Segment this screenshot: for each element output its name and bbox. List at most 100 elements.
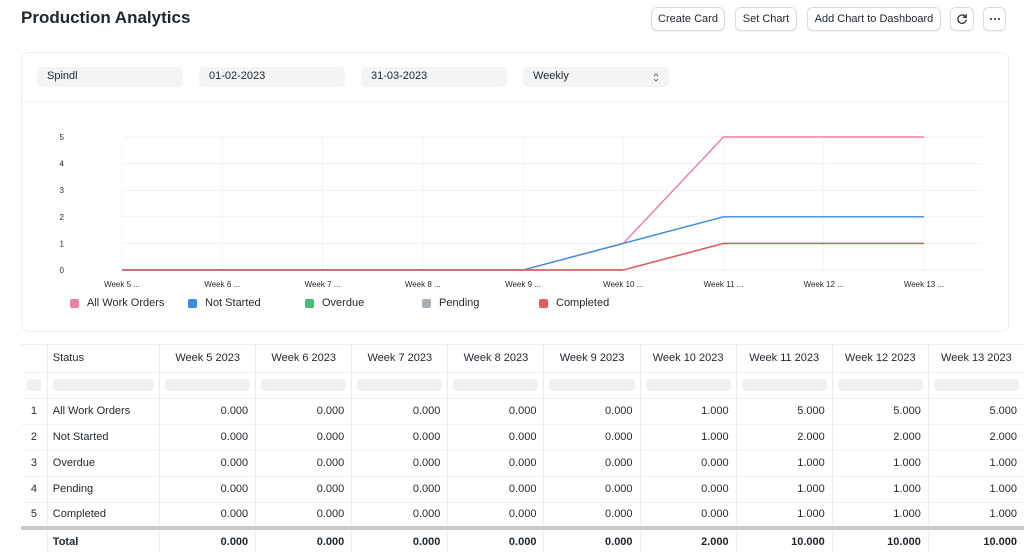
add-chart-to-dashboard-button[interactable]: Add Chart to Dashboard bbox=[807, 7, 941, 31]
total-cell: 0.000 bbox=[255, 526, 353, 552]
value-cell[interactable]: 1.000 bbox=[832, 502, 929, 529]
value-cell[interactable]: 1.000 bbox=[640, 398, 737, 425]
value-cell[interactable]: 1.000 bbox=[736, 502, 833, 529]
page-header: Production Analytics Create Card Set Cha… bbox=[0, 0, 1024, 40]
value-cell[interactable]: 0.000 bbox=[159, 398, 257, 425]
column-header[interactable]: Week 10 2023 bbox=[640, 345, 737, 373]
y-tick-label: 2 bbox=[60, 213, 65, 222]
value-cell[interactable]: 1.000 bbox=[928, 450, 1024, 477]
status-cell[interactable]: Not Started bbox=[47, 424, 161, 451]
legend-swatch bbox=[188, 298, 197, 308]
legend-item[interactable]: All Work Orders bbox=[70, 297, 188, 309]
refresh-button[interactable] bbox=[950, 7, 974, 31]
column-header[interactable]: Week 9 2023 bbox=[543, 345, 641, 373]
value-cell[interactable]: 5.000 bbox=[928, 398, 1024, 425]
filter-input[interactable] bbox=[261, 379, 347, 391]
legend-item[interactable]: Overdue bbox=[305, 297, 422, 309]
value-cell[interactable]: 0.000 bbox=[640, 476, 737, 503]
value-cell[interactable]: 0.000 bbox=[351, 476, 449, 503]
filter-input[interactable] bbox=[933, 379, 1019, 391]
column-header[interactable]: Week 13 2023 bbox=[928, 345, 1024, 373]
range-select[interactable]: Weekly bbox=[523, 67, 669, 87]
value-cell[interactable]: 0.000 bbox=[543, 450, 641, 477]
value-cell[interactable]: 0.000 bbox=[351, 450, 449, 477]
value-cell[interactable]: 0.000 bbox=[640, 450, 737, 477]
status-cell[interactable]: Overdue bbox=[47, 450, 161, 477]
legend-item[interactable]: Pending bbox=[422, 297, 539, 309]
value-cell[interactable]: 2.000 bbox=[736, 424, 833, 451]
value-cell[interactable]: 0.000 bbox=[351, 502, 449, 529]
total-cell: 10.000 bbox=[736, 526, 833, 552]
more-options-button[interactable] bbox=[983, 7, 1006, 31]
filter-input[interactable] bbox=[741, 379, 827, 391]
table-row[interactable]: 3 Overdue 0.000 0.000 0.000 0.000 0.000 0.000 1.… bbox=[21, 450, 1024, 477]
to-date-filter[interactable]: 31-03-2023 bbox=[361, 67, 507, 87]
value-cell[interactable]: 0.000 bbox=[447, 424, 545, 451]
filter-input[interactable] bbox=[165, 379, 251, 391]
value-cell[interactable]: 1.000 bbox=[928, 502, 1024, 529]
value-cell[interactable]: 0.000 bbox=[255, 424, 353, 451]
filter-input[interactable] bbox=[837, 379, 923, 391]
table-row[interactable]: 1 All Work Orders 0.000 0.000 0.000 0.000 0.00… bbox=[21, 398, 1024, 425]
filter-input[interactable] bbox=[52, 379, 155, 391]
value-cell[interactable]: 1.000 bbox=[832, 476, 929, 503]
value-cell[interactable]: 0.000 bbox=[255, 398, 353, 425]
value-cell[interactable]: 0.000 bbox=[351, 398, 449, 425]
status-cell[interactable]: Pending bbox=[47, 476, 161, 503]
value-cell[interactable]: 0.000 bbox=[255, 450, 353, 477]
table-row[interactable]: 2 Not Started 0.000 0.000 0.000 0.000 0.000 1.0… bbox=[21, 424, 1024, 451]
value-cell[interactable]: 0.000 bbox=[255, 502, 353, 529]
filter-input[interactable] bbox=[645, 379, 731, 391]
value-cell[interactable]: 1.000 bbox=[928, 476, 1024, 503]
total-label: Total bbox=[47, 526, 161, 552]
value-cell[interactable]: 2.000 bbox=[832, 424, 929, 451]
value-cell[interactable]: 0.000 bbox=[159, 450, 257, 477]
value-cell[interactable]: 1.000 bbox=[736, 450, 833, 477]
column-header[interactable]: Week 7 2023 bbox=[351, 345, 449, 373]
value-cell[interactable]: 0.000 bbox=[543, 476, 641, 503]
value-cell[interactable]: 1.000 bbox=[832, 450, 929, 477]
x-tick-label: Week 10 ... bbox=[603, 280, 643, 289]
value-cell[interactable]: 0.000 bbox=[447, 502, 545, 529]
status-cell[interactable]: Completed bbox=[47, 502, 161, 529]
filter-input[interactable] bbox=[453, 379, 539, 391]
value-cell[interactable]: 0.000 bbox=[543, 398, 641, 425]
from-date-filter[interactable]: 01-02-2023 bbox=[199, 67, 345, 87]
value-cell[interactable]: 0.000 bbox=[640, 502, 737, 529]
column-header[interactable]: Week 8 2023 bbox=[447, 345, 545, 373]
row-index: 4 bbox=[21, 476, 48, 503]
value-cell[interactable]: 0.000 bbox=[159, 424, 257, 451]
x-tick-label: Week 13 ... bbox=[904, 280, 944, 289]
value-cell[interactable]: 0.000 bbox=[447, 476, 545, 503]
legend-item[interactable]: Not Started bbox=[188, 297, 305, 309]
value-cell[interactable]: 1.000 bbox=[640, 424, 737, 451]
table-row[interactable]: 5 Completed 0.000 0.000 0.000 0.000 0.000 0.000… bbox=[21, 502, 1024, 529]
value-cell[interactable]: 0.000 bbox=[351, 424, 449, 451]
value-cell[interactable]: 0.000 bbox=[543, 424, 641, 451]
value-cell[interactable]: 5.000 bbox=[736, 398, 833, 425]
table-row[interactable]: 4 Pending 0.000 0.000 0.000 0.000 0.000 0.000 1.… bbox=[21, 476, 1024, 503]
set-chart-button[interactable]: Set Chart bbox=[735, 7, 797, 31]
value-cell[interactable]: 0.000 bbox=[447, 398, 545, 425]
column-header[interactable]: Week 11 2023 bbox=[736, 345, 833, 373]
value-cell[interactable]: 0.000 bbox=[447, 450, 545, 477]
value-cell[interactable]: 1.000 bbox=[736, 476, 833, 503]
value-cell[interactable]: 2.000 bbox=[928, 424, 1024, 451]
value-cell[interactable]: 0.000 bbox=[255, 476, 353, 503]
value-cell[interactable]: 0.000 bbox=[543, 502, 641, 529]
status-cell[interactable]: All Work Orders bbox=[47, 398, 161, 425]
y-tick-label: 4 bbox=[60, 160, 65, 169]
range-select-value: Weekly bbox=[533, 70, 569, 82]
create-card-button[interactable]: Create Card bbox=[651, 7, 725, 31]
status-column-header[interactable]: Status bbox=[47, 345, 161, 373]
value-cell[interactable]: 5.000 bbox=[832, 398, 929, 425]
column-header[interactable]: Week 12 2023 bbox=[832, 345, 929, 373]
value-cell[interactable]: 0.000 bbox=[159, 476, 257, 503]
legend-item[interactable]: Completed bbox=[539, 297, 656, 309]
company-filter[interactable]: Spindl bbox=[37, 67, 183, 87]
filter-input[interactable] bbox=[357, 379, 443, 391]
value-cell[interactable]: 0.000 bbox=[159, 502, 257, 529]
filter-input[interactable] bbox=[549, 379, 635, 391]
column-header[interactable]: Week 6 2023 bbox=[255, 345, 353, 373]
column-header[interactable]: Week 5 2023 bbox=[159, 345, 257, 373]
